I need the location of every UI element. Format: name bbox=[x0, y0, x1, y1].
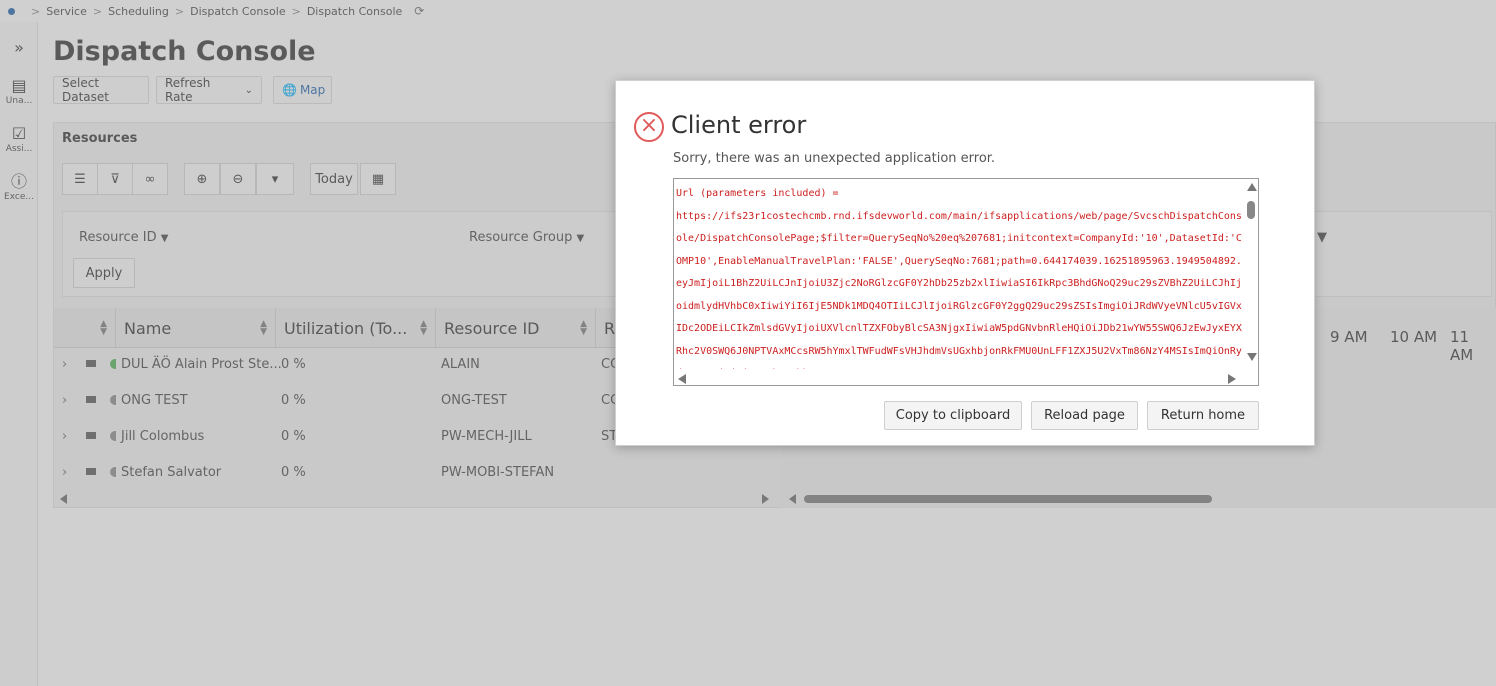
copy-to-clipboard-button[interactable]: Copy to clipboard bbox=[884, 401, 1022, 430]
dialog-title: Client error bbox=[671, 111, 807, 139]
scroll-up-icon[interactable] bbox=[1247, 183, 1257, 191]
scroll-down-icon[interactable] bbox=[1247, 353, 1257, 361]
client-error-dialog: × Client error Sorry, there was an unexp… bbox=[615, 80, 1315, 446]
return-home-button[interactable]: Return home bbox=[1147, 401, 1259, 430]
scroll-left-icon[interactable] bbox=[678, 374, 686, 384]
error-horizontal-scrollbar[interactable] bbox=[674, 371, 1258, 385]
error-details-text[interactable]: Url (parameters included) = https://ifs2… bbox=[676, 183, 1242, 369]
scroll-right-icon[interactable] bbox=[1228, 374, 1236, 384]
dialog-subtitle: Sorry, there was an unexpected applicati… bbox=[673, 151, 996, 166]
scrollbar-thumb[interactable] bbox=[1247, 201, 1255, 219]
error-vertical-scrollbar[interactable] bbox=[1244, 179, 1258, 371]
error-icon: × bbox=[634, 112, 664, 142]
error-details-box[interactable]: Url (parameters included) = https://ifs2… bbox=[673, 178, 1259, 386]
reload-page-button[interactable]: Reload page bbox=[1031, 401, 1138, 430]
